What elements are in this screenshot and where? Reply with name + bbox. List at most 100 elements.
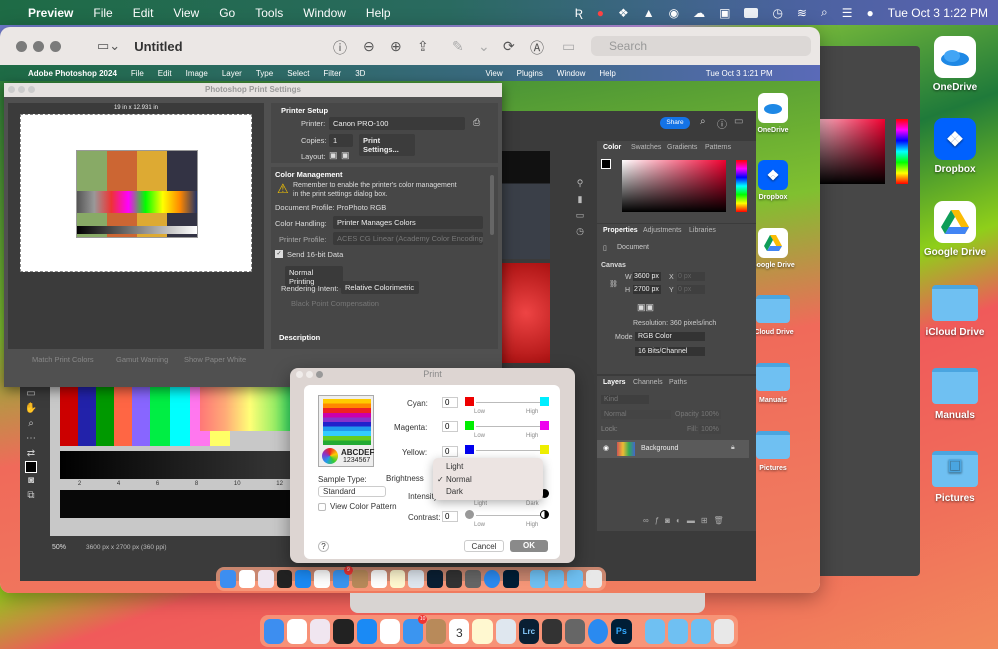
mode-select[interactable]: RGB Color (635, 332, 705, 341)
layers-footer-icons[interactable]: ∞ƒ◙◐▬⊞🗑︎ (643, 516, 730, 525)
display-icon[interactable]: ▣ (719, 6, 730, 20)
control-center-icon[interactable]: ☰ (842, 6, 853, 20)
menu-view[interactable]: View (173, 6, 199, 20)
printer-profile-select[interactable]: ACES CG Linear (Academy Color Encoding S… (333, 232, 483, 245)
comment-icon[interactable]: ▭ (573, 207, 587, 223)
zoom-level[interactable]: 50% (52, 544, 66, 551)
history-icon[interactable]: ◷ (573, 223, 587, 239)
time-machine-icon[interactable]: ◷ (772, 6, 782, 20)
glyph-icon[interactable]: ▮ (573, 191, 587, 207)
siri-icon[interactable]: ● (866, 6, 873, 20)
info-icon[interactable]: ⓘ (333, 38, 347, 58)
dock-applications[interactable] (644, 618, 665, 644)
status-r-icon[interactable]: Ʀ (575, 6, 583, 20)
landscape-layout-icon[interactable]: ▣ (341, 150, 350, 161)
cancel-button[interactable]: Cancel (464, 540, 504, 552)
dock-trash[interactable] (713, 618, 735, 644)
zoom-button[interactable] (50, 40, 61, 52)
zoom-in-icon[interactable]: ⊕ (390, 38, 402, 55)
layer-name[interactable]: Background (641, 445, 678, 452)
tab-gradients[interactable]: Gradients (661, 141, 703, 155)
color-field[interactable] (622, 160, 726, 212)
orientation-icons[interactable]: ▣▣ (637, 302, 654, 313)
dock-calendar[interactable]: 3 (449, 618, 470, 644)
match-print-colors-checkbox[interactable]: Match Print Colors (32, 355, 94, 364)
copies-input[interactable]: 1 (329, 134, 353, 147)
y-input[interactable]: 0 px (677, 285, 705, 294)
quick-mask-icon[interactable]: ◙ (20, 473, 42, 488)
search-input[interactable]: Search (591, 36, 811, 56)
view-color-pattern-checkbox[interactable] (318, 503, 326, 511)
visibility-eye-icon[interactable]: ◉ (603, 444, 609, 452)
show-paper-white-checkbox[interactable]: Show Paper White (184, 355, 246, 364)
hue-slider[interactable] (736, 160, 747, 212)
magenta-input[interactable]: 0 (442, 421, 458, 432)
fill-input[interactable]: 100% (699, 425, 721, 434)
tab-libraries[interactable]: Libraries (683, 224, 722, 238)
workspace-icon[interactable]: ▭ (734, 116, 743, 127)
desktop-icon-google-drive[interactable]: Google Drive (915, 201, 995, 258)
kind-filter[interactable]: Kind (601, 395, 649, 404)
hand-tool-icon[interactable]: ✋ (20, 401, 42, 416)
menu-item-dark[interactable]: Dark (446, 487, 463, 496)
frame-tool-icon[interactable]: ▭ (20, 386, 42, 401)
desktop-icon-manuals[interactable]: Manuals (915, 368, 995, 421)
print-image[interactable] (76, 150, 198, 238)
zoom-tool-icon[interactable]: ⌕ (20, 416, 42, 431)
minimize-button[interactable] (18, 86, 25, 93)
lastpass-icon[interactable]: ● (597, 6, 604, 20)
tab-paths[interactable]: Paths (663, 376, 693, 390)
add-printer-icon[interactable]: ⎙ (473, 117, 480, 128)
print-settings-button[interactable]: Print Settings... (359, 134, 415, 156)
form-fill-icon[interactable]: ▭ (562, 38, 575, 55)
swap-colors-icon[interactable]: ⇄ (20, 446, 42, 461)
rendering-intent-select[interactable]: Relative Colorimetric (341, 281, 419, 294)
yellow-slider[interactable] (476, 450, 542, 451)
cyan-slider[interactable] (476, 402, 542, 403)
dock-preview[interactable] (495, 618, 516, 644)
dock-screens[interactable] (333, 618, 354, 644)
wifi-icon[interactable]: ≋ (797, 6, 807, 20)
share-icon[interactable]: ⇪ (417, 38, 429, 55)
dock-appstore[interactable] (356, 618, 377, 644)
icloud-status-icon[interactable]: ☁ (693, 6, 705, 20)
dock-contacts[interactable] (426, 618, 447, 644)
foreground-color-icon[interactable] (25, 461, 37, 473)
spotlight-icon[interactable]: ⌕ (821, 5, 828, 20)
dock-launchpad[interactable] (310, 618, 331, 644)
desktop-icon-dropbox[interactable]: ❖ Dropbox (915, 118, 995, 175)
color-management-heading[interactable]: Color Management (275, 170, 343, 179)
tab-color[interactable]: Color (597, 141, 628, 155)
more-tools-icon[interactable]: ⋯ (20, 431, 42, 446)
menu-file[interactable]: File (93, 6, 112, 20)
sample-type-select[interactable]: Standard (318, 486, 386, 497)
search-icon[interactable]: ⌕ (700, 116, 706, 127)
hue-slider[interactable] (896, 119, 908, 184)
gamut-warning-checkbox[interactable]: Gamut Warning (116, 355, 168, 364)
desktop-icon-onedrive[interactable]: OneDrive (915, 36, 995, 93)
dock-photoshop[interactable]: Ps (611, 618, 632, 644)
dock-darkroom[interactable] (541, 618, 563, 644)
link-icon[interactable]: ⛓ (609, 280, 618, 288)
markup-icon[interactable]: Ⓐ (530, 38, 544, 58)
layer-row[interactable]: ◉ Background 🔒︎ (597, 440, 749, 458)
menu-item-normal[interactable]: ✓ Normal (437, 475, 472, 484)
x-input[interactable]: 0 px (677, 272, 705, 281)
height-input[interactable]: 2700 px (633, 285, 661, 294)
menu-item-light[interactable]: Light (446, 462, 463, 471)
width-input[interactable]: 3600 px (633, 272, 661, 281)
foreground-swatch[interactable] (601, 159, 611, 169)
scrollbar[interactable] (490, 175, 494, 235)
clock[interactable]: Tue Oct 3 1:22 PM (888, 6, 988, 20)
menu-help[interactable]: Help (366, 6, 391, 20)
drive-status-icon[interactable]: ▲ (643, 6, 655, 20)
desktop-icon-icloud-drive[interactable]: iCloud Drive (915, 285, 995, 338)
dock-icloud[interactable] (287, 618, 308, 644)
tab-adjustments[interactable]: Adjustments (637, 224, 688, 238)
contrast-slider[interactable] (476, 515, 542, 516)
black-point-compensation-checkbox[interactable]: Black Point Compensation (291, 299, 379, 308)
rotate-icon[interactable]: ⟳ (503, 38, 515, 55)
document-info[interactable]: 3600 px x 2700 px (360 ppi) (86, 544, 167, 551)
cyan-input[interactable]: 0 (442, 397, 458, 408)
vpn-icon[interactable]: ◉ (669, 6, 679, 20)
